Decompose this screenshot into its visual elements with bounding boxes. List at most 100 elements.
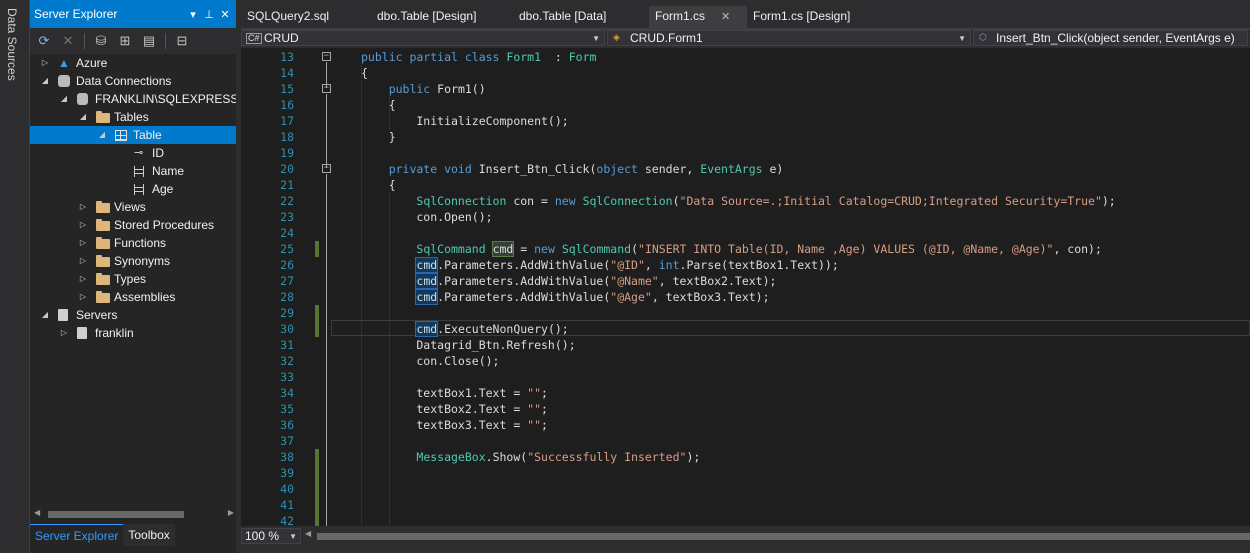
code-line[interactable]: cmd.Parameters.AddWithValue("@Age", text… bbox=[361, 289, 770, 305]
line-number: 35 bbox=[280, 402, 294, 416]
code-line[interactable]: MessageBox.Show("Successfully Inserted")… bbox=[361, 449, 700, 465]
code-line[interactable]: { bbox=[361, 177, 396, 193]
tree-node-synonyms[interactable]: ▷ Synonyms bbox=[30, 252, 236, 270]
code-line[interactable]: cmd.Parameters.AddWithValue("@Name", tex… bbox=[361, 273, 776, 289]
collapsed-arrow-icon[interactable]: ▷ bbox=[78, 198, 88, 216]
code-line[interactable]: public Form1() bbox=[361, 81, 486, 97]
tree-node-id[interactable]: ⊸ ID bbox=[30, 144, 236, 162]
expanded-arrow-icon[interactable]: ◢ bbox=[59, 90, 69, 108]
close-icon[interactable]: ✕ bbox=[218, 8, 232, 21]
line-number: 33 bbox=[280, 370, 294, 384]
line-number: 13 bbox=[280, 50, 294, 64]
collapsed-arrow-icon[interactable]: ▷ bbox=[78, 270, 88, 288]
left-tool-strip: Data Sources bbox=[0, 0, 30, 553]
tree-node-data-connections[interactable]: ◢ Data Connections bbox=[30, 72, 236, 90]
scroll-right-icon[interactable]: ▶ bbox=[228, 508, 234, 517]
tab-form1-designer[interactable]: Form1.cs [Design] bbox=[747, 6, 877, 28]
tree-node-servers[interactable]: ◢ Servers bbox=[30, 306, 236, 324]
data-sources-tab[interactable]: Data Sources bbox=[5, 6, 19, 83]
tree-node-table[interactable]: ◢ Table bbox=[30, 126, 236, 144]
table-icon bbox=[115, 130, 127, 141]
class-dropdown[interactable]: ◈ CRUD.Form1 ▼ bbox=[607, 30, 971, 46]
line-number: 38 bbox=[280, 450, 294, 464]
folder-icon bbox=[96, 219, 110, 231]
tree-node-stored-procedures[interactable]: ▷ Stored Procedures bbox=[30, 216, 236, 234]
code-line[interactable]: SqlCommand cmd = new SqlCommand("INSERT … bbox=[361, 241, 1102, 257]
line-number: 36 bbox=[280, 418, 294, 432]
code-line[interactable]: cmd.Parameters.AddWithValue("@ID", int.P… bbox=[361, 257, 839, 273]
tab-table-design[interactable]: dbo.Table [Design] bbox=[371, 6, 513, 28]
collapsed-arrow-icon[interactable]: ▷ bbox=[78, 252, 88, 270]
tree-node-franklin-sqlexpress-c[interactable]: ◢ FRANKLIN\SQLEXPRESS.C bbox=[30, 90, 236, 108]
folder-icon bbox=[96, 255, 110, 267]
collapsed-arrow-icon[interactable]: ▷ bbox=[40, 54, 50, 72]
tree-node-functions[interactable]: ▷ Functions bbox=[30, 234, 236, 252]
tree-node-name[interactable]: Name bbox=[30, 162, 236, 180]
tab-server-explorer[interactable]: Server Explorer bbox=[30, 524, 124, 546]
code-line[interactable]: } bbox=[361, 129, 396, 145]
scroll-left-icon[interactable]: ◀ bbox=[34, 508, 40, 517]
tab-sqlquery2[interactable]: SQLQuery2.sql bbox=[241, 6, 371, 28]
tab-toolbox[interactable]: Toolbox bbox=[123, 524, 175, 546]
scroll-left-icon[interactable]: ◀ bbox=[305, 529, 311, 538]
collapsed-arrow-icon[interactable]: ▷ bbox=[78, 288, 88, 306]
column-icon bbox=[134, 166, 144, 177]
line-number: 22 bbox=[280, 194, 294, 208]
member-dropdown[interactable]: ⬡ Insert_Btn_Click(object sender, EventA… bbox=[973, 30, 1248, 46]
tree-node-tables[interactable]: ◢ Tables bbox=[30, 108, 236, 126]
expanded-arrow-icon[interactable]: ◢ bbox=[97, 126, 107, 144]
code-line[interactable]: public partial class Form1 : Form bbox=[361, 49, 596, 65]
refresh-icon[interactable]: ⟳ bbox=[36, 33, 52, 49]
document-tabs: SQLQuery2.sql dbo.Table [Design] dbo.Tab… bbox=[241, 6, 1250, 28]
code-line[interactable]: private void Insert_Btn_Click(object sen… bbox=[361, 161, 784, 177]
project-label: CRUD bbox=[264, 31, 299, 45]
tab-table-data[interactable]: dbo.Table [Data] bbox=[513, 6, 649, 28]
chevron-down-icon: ▼ bbox=[592, 34, 600, 43]
tree-node-age[interactable]: Age bbox=[30, 180, 236, 198]
tree-node-views[interactable]: ▷ Views bbox=[30, 198, 236, 216]
close-tab-icon[interactable]: ✕ bbox=[721, 11, 730, 23]
stop-icon[interactable]: ✕ bbox=[60, 33, 76, 49]
tree-node-label: Age bbox=[152, 182, 174, 196]
tree-node-assemblies[interactable]: ▷ Assemblies bbox=[30, 288, 236, 306]
code-line[interactable]: InitializeComponent(); bbox=[361, 113, 568, 129]
tree-node-azure[interactable]: ▷ ▲ Azure bbox=[30, 54, 236, 72]
window-position-dropdown-icon[interactable]: ▾ bbox=[186, 8, 200, 21]
line-number: 16 bbox=[280, 98, 294, 112]
scrollbar-thumb[interactable] bbox=[317, 533, 1250, 540]
editor-horizontal-scrollbar[interactable]: ◀ bbox=[303, 529, 1250, 542]
code-line[interactable]: cmd.ExecuteNonQuery(); bbox=[361, 321, 569, 337]
code-line[interactable]: { bbox=[361, 97, 396, 113]
tree-node-franklin[interactable]: ▷ franklin bbox=[30, 324, 236, 342]
sharepoint-icon[interactable]: ▤ bbox=[141, 33, 157, 49]
scrollbar-thumb[interactable] bbox=[48, 511, 184, 518]
connect-server-icon[interactable]: ⊞ bbox=[117, 33, 133, 49]
expanded-arrow-icon[interactable]: ◢ bbox=[40, 306, 50, 324]
code-line[interactable]: SqlConnection con = new SqlConnection("D… bbox=[361, 193, 1115, 209]
collapsed-arrow-icon[interactable]: ▷ bbox=[59, 324, 69, 342]
collapsed-arrow-icon[interactable]: ▷ bbox=[78, 216, 88, 234]
data-connections-icon bbox=[58, 75, 70, 87]
collapsed-arrow-icon[interactable]: ▷ bbox=[78, 234, 88, 252]
code-line[interactable]: con.Close(); bbox=[361, 353, 499, 369]
code-editor[interactable]: 13 public partial class Form1 : Form 14 {15… bbox=[241, 48, 1250, 526]
connect-database-icon[interactable]: ⛁ bbox=[93, 33, 109, 49]
breakpoint-margin[interactable] bbox=[241, 48, 259, 526]
zoom-dropdown[interactable]: 100 % ▼ bbox=[241, 528, 301, 544]
code-line[interactable]: Datagrid_Btn.Refresh(); bbox=[361, 337, 575, 353]
panel-bottom-tabs: Server Explorer Toolbox bbox=[30, 524, 236, 546]
expanded-arrow-icon[interactable]: ◢ bbox=[78, 108, 88, 126]
database-icon bbox=[77, 93, 88, 105]
tree-horizontal-scrollbar[interactable]: ◀ ▶ bbox=[34, 508, 234, 520]
pin-icon[interactable]: ⊥ bbox=[202, 8, 216, 21]
tab-form1-cs[interactable]: Form1.cs ✕ bbox=[649, 6, 747, 28]
line-number: 24 bbox=[280, 226, 294, 240]
line-number: 41 bbox=[280, 498, 294, 512]
collapse-region-icon[interactable]: − bbox=[322, 52, 331, 61]
expanded-arrow-icon[interactable]: ◢ bbox=[40, 72, 50, 90]
tree-node-types[interactable]: ▷ Types bbox=[30, 270, 236, 288]
code-line[interactable]: { bbox=[361, 65, 368, 81]
project-dropdown[interactable]: C# CRUD ▼ bbox=[241, 30, 605, 46]
code-line[interactable]: con.Open(); bbox=[361, 209, 492, 225]
properties-icon[interactable]: ⊟ bbox=[174, 33, 190, 49]
